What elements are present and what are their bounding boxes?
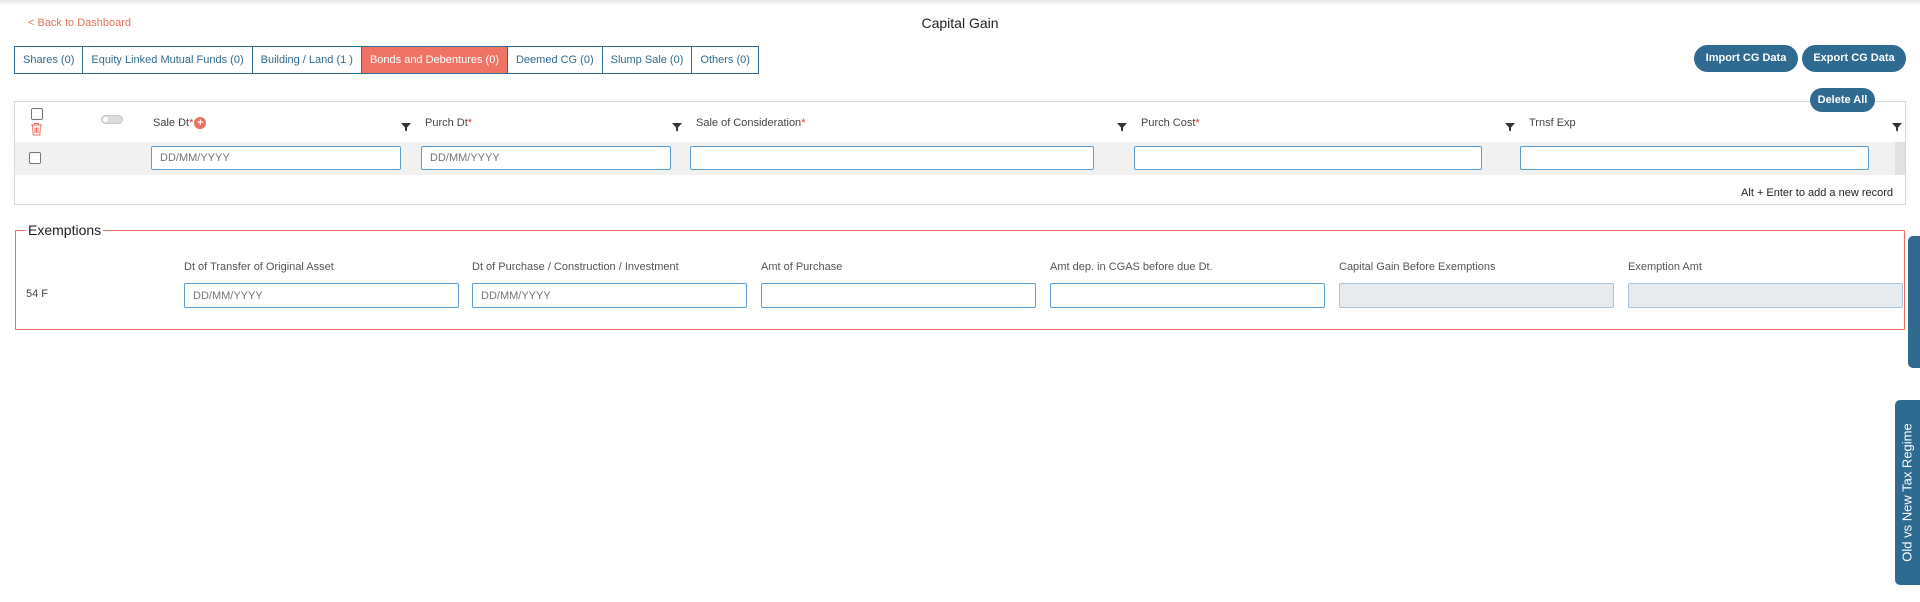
amt-cgas-input[interactable] [1050,283,1325,308]
plus-circle-icon[interactable]: + [194,117,207,130]
row-checkbox[interactable] [29,152,41,164]
purch-dt-input[interactable] [421,146,671,170]
column-header-purch-cost: Purch Cost* [1141,117,1200,129]
exemptions-panel: Exemptions Dt of Transfer of Original As… [15,222,1905,330]
filter-icon[interactable] [401,122,411,135]
purch-cost-label: Purch Cost [1141,117,1196,129]
sale-dt-label: Sale Dt [153,117,190,129]
column-header-sale-dt: Sale Dt* + [153,117,207,130]
delete-all-button[interactable]: Delete All [1810,88,1875,112]
old-vs-new-tax-regime-text: Old vs New Tax Regime [1895,400,1920,585]
tab-bonds-and-debentures[interactable]: Bonds and Debentures (0) [361,47,508,73]
tab-others[interactable]: Others (0) [692,47,758,73]
old-vs-new-tax-regime-label: Old vs New Tax Regime [1900,423,1916,562]
filter-icon[interactable] [1505,122,1515,135]
amt-of-purchase-label: Amt of Purchase [761,261,843,273]
add-record-hint: Alt + Enter to add a new record [1741,187,1893,199]
sale-consideration-label: Sale of Consideration [696,117,802,129]
dt-transfer-original-asset-label: Dt of Transfer of Original Asset [184,261,334,273]
trnsf-exp-input[interactable] [1520,146,1869,170]
category-tabs: Shares (0) Equity Linked Mutual Funds (0… [14,46,759,74]
purch-cost-input[interactable] [1134,146,1482,170]
tab-equity-linked-mutual-funds[interactable]: Equity Linked Mutual Funds (0) [83,47,253,73]
capital-gain-before-exemptions-label: Capital Gain Before Exemptions [1339,261,1496,273]
old-vs-new-tax-regime-tab[interactable]: Old vs New Tax Regime [1895,400,1920,585]
trash-icon[interactable] [30,122,43,136]
top-shadow [0,0,1920,6]
dt-purchase-input[interactable] [472,283,747,308]
dt-purchase-label: Dt of Purchase / Construction / Investme… [472,261,679,273]
required-mark: * [801,117,806,129]
required-mark: * [467,117,473,129]
filter-icon[interactable] [1117,122,1127,135]
side-panel-tab[interactable] [1908,236,1920,368]
table-row [15,142,1905,175]
select-all-checkbox[interactable] [31,108,43,120]
grid-scrollbar[interactable] [1895,142,1905,175]
column-header-trnsf-exp: Trnsf Exp [1529,117,1576,129]
import-cg-data-button[interactable]: Import CG Data [1694,45,1798,72]
section-54f-label: 54 F [26,288,49,300]
column-header-purch-dt: Purch Dt* [425,117,472,129]
exemptions-title: Exemptions [26,222,104,238]
capital-gain-grid: Sale Dt* + Purch Dt* Sale of Consideratio… [14,101,1906,205]
tab-slump-sale[interactable]: Slump Sale (0) [603,47,693,73]
tab-shares[interactable]: Shares (0) [15,47,84,73]
trnsf-exp-label: Trnsf Exp [1529,117,1576,129]
amt-cgas-label: Amt dep. in CGAS before due Dt. [1050,261,1213,273]
required-mark: * [189,117,194,129]
purch-dt-label: Purch Dt [425,117,468,129]
export-cg-data-button[interactable]: Export CG Data [1802,45,1906,72]
sale-consideration-input[interactable] [690,146,1094,170]
amt-of-purchase-input[interactable] [761,283,1036,308]
row-toggle[interactable] [101,115,123,124]
exemption-amt-input [1628,283,1903,308]
tab-deemed-cg[interactable]: Deemed CG (0) [508,47,603,73]
column-header-sale-consideration: Sale of Consideration* [696,117,805,129]
sale-dt-input[interactable] [151,146,401,170]
filter-icon[interactable] [1892,122,1902,135]
filter-icon[interactable] [672,122,682,135]
capital-gain-before-exemptions-input [1339,283,1614,308]
grid-header: Sale Dt* + Purch Dt* Sale of Consideratio… [15,102,1905,142]
required-mark: * [1195,117,1200,129]
tab-building-land[interactable]: Building / Land (1 ) [253,47,362,73]
exemption-amt-label: Exemption Amt [1628,261,1702,273]
page-title: Capital Gain [921,15,999,31]
dt-transfer-input[interactable] [184,283,459,308]
